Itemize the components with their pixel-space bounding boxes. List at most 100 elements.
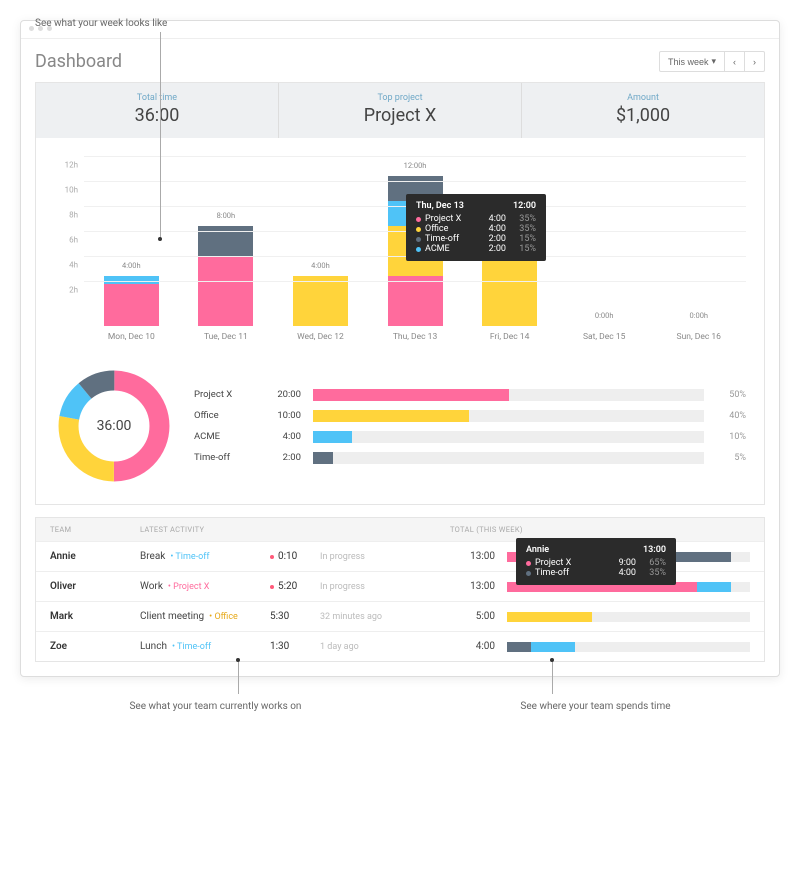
summary-label: Amount <box>522 93 764 103</box>
live-dot-icon <box>270 555 274 559</box>
x-label: Tue, Dec 11 <box>179 332 274 342</box>
annotation-dot <box>550 658 554 662</box>
project-time: 10:00 <box>266 410 301 421</box>
bar-total-label: 4:00h <box>122 261 141 270</box>
project-name: ACME <box>194 431 254 442</box>
project-time: 4:00 <box>266 431 301 442</box>
project-bar <box>313 389 704 401</box>
annotation-line <box>160 32 161 237</box>
project-pct: 40% <box>716 411 746 421</box>
annotation-line <box>552 662 553 694</box>
team-row[interactable]: Zoe Lunch• Time-off 1:30 1 day ago 4:00 <box>36 631 764 661</box>
bar-segment <box>293 276 348 326</box>
activity-cell: Work• Project X <box>140 581 270 592</box>
duration-cell: 1:30 <box>270 641 320 652</box>
summary-label: Top project <box>279 93 521 103</box>
page-title: Dashboard <box>35 51 122 72</box>
caret-down-icon: ▾ <box>711 56 716 67</box>
team-member-name: Zoe <box>50 641 140 652</box>
activity-cell: Break• Time-off <box>140 551 270 562</box>
chevron-left-icon: ‹ <box>733 57 736 67</box>
team-row[interactable]: Mark Client meeting• Office 5:30 32 minu… <box>36 601 764 631</box>
project-row: Office 10:00 40% <box>194 410 746 422</box>
next-period-button[interactable]: › <box>745 51 765 72</box>
annotation-bottom-right: See where your team spends time <box>520 701 670 712</box>
annotation-line <box>238 662 239 694</box>
x-label: Sat, Dec 15 <box>557 332 652 342</box>
bar-column[interactable]: 4:00h <box>84 176 179 326</box>
bar-segment <box>104 284 159 327</box>
y-tick: 6h <box>69 236 78 245</box>
team-card: TEAM LATEST ACTIVITY TOTAL (THIS WEEK) A… <box>35 517 765 662</box>
x-label: Sun, Dec 16 <box>651 332 746 342</box>
team-bar <box>507 642 750 652</box>
total-cell: 4:00 <box>450 641 495 652</box>
annotation-dot <box>236 658 240 662</box>
project-pct: 10% <box>716 432 746 442</box>
bar-segment <box>104 276 159 284</box>
project-pct: 5% <box>716 453 746 463</box>
breakdown-section: 36:00 Project X 20:00 50% Office 10:00 40… <box>36 352 764 504</box>
bar-total-label: 0:00h <box>689 311 708 320</box>
bar-total-label: 12:00h <box>404 161 427 170</box>
bar-segment <box>388 276 443 326</box>
bar-column[interactable]: 0:00h <box>557 176 652 326</box>
traffic-light-icon <box>29 26 34 31</box>
project-row: ACME 4:00 10% <box>194 431 746 443</box>
x-label: Thu, Dec 13 <box>368 332 463 342</box>
chevron-right-icon: › <box>753 57 756 67</box>
total-cell: 5:00 <box>450 611 495 622</box>
col-activity: LATEST ACTIVITY <box>140 525 450 534</box>
col-team: TEAM <box>50 525 140 534</box>
y-tick: 4h <box>69 261 78 270</box>
app-window: Dashboard This week ▾ ‹ › Total time 36:… <box>20 20 780 677</box>
project-pct: 50% <box>716 390 746 400</box>
x-axis: Mon, Dec 10Tue, Dec 11Wed, Dec 12Thu, De… <box>54 332 746 342</box>
prev-period-button[interactable]: ‹ <box>725 51 745 72</box>
y-tick: 8h <box>69 211 78 220</box>
summary-label: Total time <box>36 93 278 103</box>
bar-column[interactable]: 8:00h <box>179 176 274 326</box>
bar-column[interactable]: 0:00h <box>651 176 746 326</box>
project-bar <box>313 410 704 422</box>
team-bar <box>507 612 750 622</box>
weekly-bar-chart: 2h4h6h8h10h12h 4:00h8:00h4:00h12:00h8:00… <box>36 138 764 352</box>
col-total: TOTAL (THIS WEEK) <box>450 525 750 534</box>
duration-cell: 5:20 <box>270 581 320 592</box>
project-time: 2:00 <box>266 452 301 463</box>
project-bar <box>313 452 704 464</box>
team-member-name: Annie <box>50 551 140 562</box>
duration-cell: 0:10 <box>270 551 320 562</box>
annotation-top: See what your week looks like <box>35 18 167 29</box>
project-name: Time-off <box>194 452 254 463</box>
project-row: Project X 20:00 50% <box>194 389 746 401</box>
period-label: This week <box>668 57 709 67</box>
x-label: Wed, Dec 12 <box>273 332 368 342</box>
project-name: Office <box>194 410 254 421</box>
team-member-name: Mark <box>50 611 140 622</box>
main-card: Total time 36:00 Top project Project X A… <box>35 82 765 505</box>
y-tick: 2h <box>69 286 78 295</box>
y-tick: 12h <box>65 161 78 170</box>
summary-total-time: Total time 36:00 <box>36 83 278 138</box>
project-time: 20:00 <box>266 389 301 400</box>
project-list: Project X 20:00 50% Office 10:00 40% ACME … <box>194 389 746 464</box>
donut-center-value: 36:00 <box>97 418 132 434</box>
bar-total-label: 4:00h <box>311 261 330 270</box>
live-dot-icon <box>270 585 274 589</box>
annotation-bottom-left: See what your team currently works on <box>129 701 301 712</box>
project-name: Project X <box>194 389 254 400</box>
status-cell: 1 day ago <box>320 642 450 652</box>
project-row: Time-off 2:00 5% <box>194 452 746 464</box>
period-selector[interactable]: This week ▾ <box>659 51 725 72</box>
date-filter: This week ▾ ‹ › <box>659 51 765 72</box>
status-cell: In progress <box>320 552 450 562</box>
summary-top-project: Top project Project X <box>278 83 521 138</box>
duration-cell: 5:30 <box>270 611 320 622</box>
bar-column[interactable]: 4:00h <box>273 176 368 326</box>
summary-amount: Amount $1,000 <box>521 83 764 138</box>
bar-segment <box>198 256 253 326</box>
summary-value: 36:00 <box>36 105 278 126</box>
x-label: Fri, Dec 14 <box>462 332 557 342</box>
total-cell: 13:00 <box>450 581 495 592</box>
